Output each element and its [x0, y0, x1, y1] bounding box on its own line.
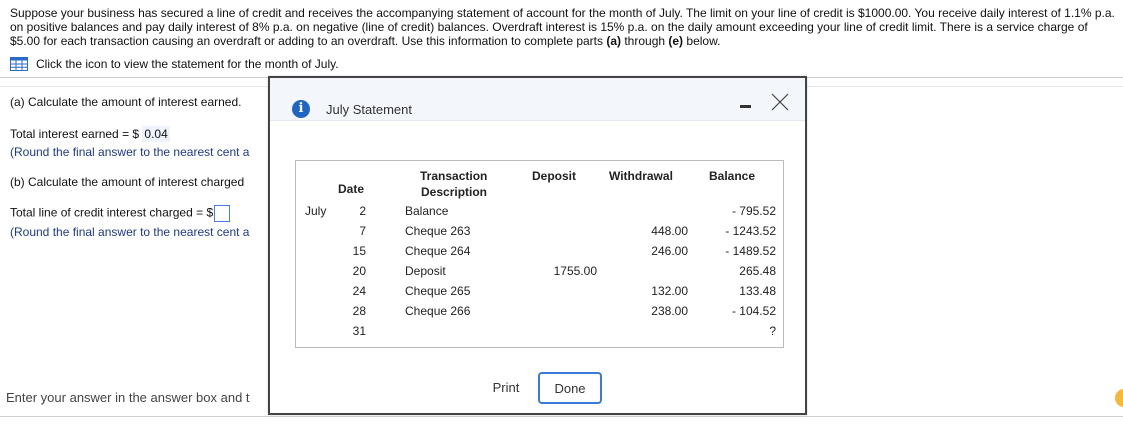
row-day: 7	[359, 224, 366, 238]
done-button[interactable]: Done	[538, 372, 602, 404]
problem-text: Suppose your business has secured a line…	[10, 6, 1115, 48]
problem-through: through	[621, 34, 669, 48]
header-withdrawal: Withdrawal	[609, 169, 673, 183]
row-day: 2	[359, 204, 366, 218]
part-b-question: (b) Calculate the amount of interest cha…	[10, 175, 245, 189]
row-description: Cheque 263	[405, 224, 471, 238]
part-b-answer-row: Total line of credit interest charged = …	[10, 205, 231, 222]
row-balance: - 1489.52	[725, 244, 776, 258]
dialog-title: July Statement	[326, 102, 412, 117]
header-description-1: Transaction	[420, 169, 488, 183]
part-b-answer-input[interactable]	[214, 205, 231, 222]
header-description-2: Description	[421, 185, 488, 199]
row-day: 20	[352, 264, 366, 278]
table-icon[interactable]	[10, 57, 28, 71]
row-withdrawal: 238.00	[651, 304, 688, 318]
part-a-note: (Round the final answer to the nearest c…	[10, 145, 250, 159]
row-withdrawal: 132.00	[651, 284, 688, 298]
row-description: Cheque 266	[405, 304, 471, 318]
minimize-icon[interactable]	[740, 105, 751, 108]
print-button[interactable]: Print	[481, 373, 531, 401]
row-withdrawal: 246.00	[651, 244, 688, 258]
row-day: 28	[352, 304, 366, 318]
part-a-answer-row: Total interest earned = $ 0.04	[10, 126, 170, 142]
part-b-answer-label: Total line of credit interest charged = …	[10, 205, 214, 220]
header-date: Date	[338, 182, 365, 196]
footer-instruction: Enter your answer in the answer box and …	[6, 390, 250, 405]
row-balance: - 104.52	[731, 304, 776, 318]
row-description: Cheque 264	[405, 244, 471, 258]
statement-table: Date Transaction Description Deposit Wit…	[295, 160, 784, 348]
row-description: Balance	[405, 204, 449, 218]
part-b-note: (Round the final answer to the nearest c…	[10, 225, 250, 239]
info-icon: i	[292, 100, 310, 118]
part-a-answer-value: 0.04	[142, 126, 170, 142]
part-e-ref: (e)	[668, 34, 684, 48]
statement-link[interactable]: Click the icon to view the statement for…	[10, 56, 339, 72]
row-day: 15	[352, 244, 366, 258]
month-label: July	[305, 204, 327, 218]
row-balance: - 795.52	[731, 204, 776, 218]
row-deposit: 1755.00	[553, 264, 597, 278]
row-withdrawal: 448.00	[651, 224, 688, 238]
row-description: Deposit	[405, 264, 446, 278]
part-a-answer-label: Total interest earned = $	[10, 127, 143, 141]
header-deposit: Deposit	[532, 169, 577, 183]
part-a-ref: (a)	[606, 34, 622, 48]
july-statement-dialog: i July Statement Date Transaction Descri…	[268, 76, 807, 415]
row-day: 31	[352, 324, 366, 338]
row-balance: ?	[769, 324, 776, 338]
header-balance: Balance	[709, 169, 756, 183]
help-icon[interactable]	[1115, 389, 1123, 407]
statement-link-label[interactable]: Click the icon to view the statement for…	[36, 57, 339, 72]
problem-end: below.	[683, 34, 721, 48]
divider	[0, 416, 1123, 417]
row-day: 24	[352, 284, 366, 298]
row-balance: 133.48	[739, 284, 776, 298]
row-description: Cheque 265	[405, 284, 471, 298]
problem-statement: Suppose your business has secured a line…	[10, 6, 1115, 48]
dialog-header: i July Statement	[270, 78, 805, 121]
close-icon[interactable]	[770, 92, 790, 112]
row-balance: 265.48	[739, 264, 776, 278]
row-balance: - 1243.52	[725, 224, 776, 238]
part-a-question: (a) Calculate the amount of interest ear…	[10, 95, 242, 109]
